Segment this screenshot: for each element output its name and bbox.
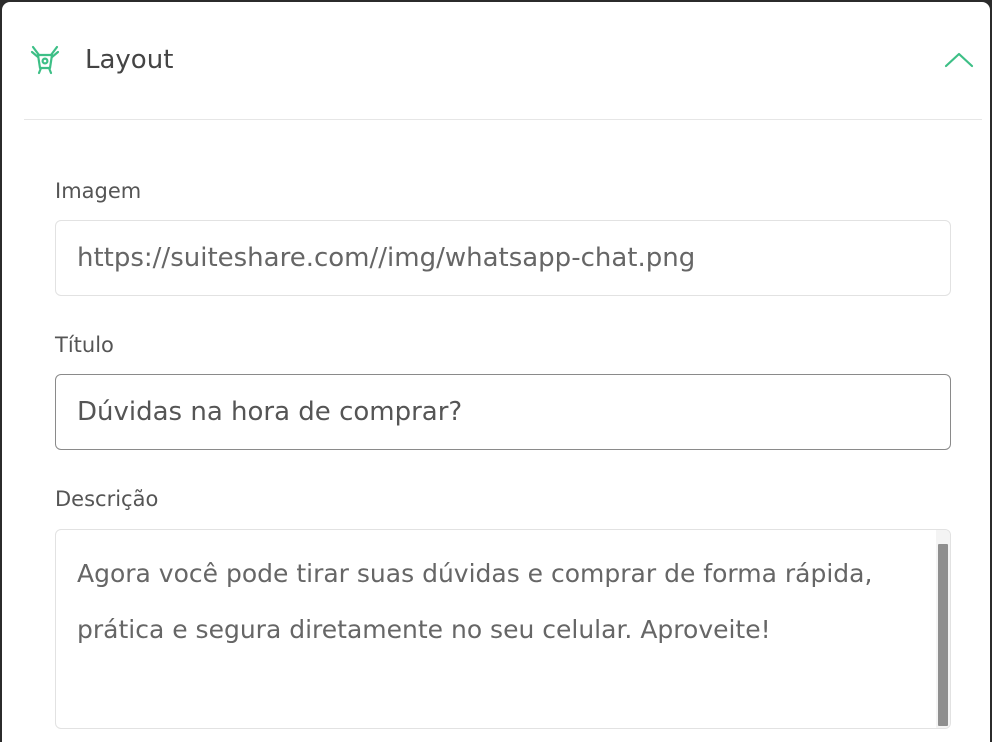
description-label: Descrição [55, 487, 159, 511]
collapse-button[interactable] [942, 46, 976, 74]
image-input[interactable] [55, 220, 951, 296]
description-textarea[interactable]: Agora você pode tirar suas dúvidas e com… [56, 530, 936, 728]
scrollbar-thumb[interactable] [938, 544, 948, 726]
image-label: Imagem [55, 179, 142, 203]
section-header[interactable]: Layout [24, 2, 982, 120]
title-label: Título [55, 333, 114, 357]
scrollbar-track[interactable] [936, 530, 950, 728]
layout-panel: Layout Imagem Título Descrição Agora voc… [2, 2, 990, 742]
layout-icon [28, 42, 62, 76]
chevron-up-icon [942, 52, 976, 77]
title-input[interactable] [55, 374, 951, 450]
section-title: Layout [85, 45, 174, 75]
description-field: Agora você pode tirar suas dúvidas e com… [55, 529, 951, 729]
